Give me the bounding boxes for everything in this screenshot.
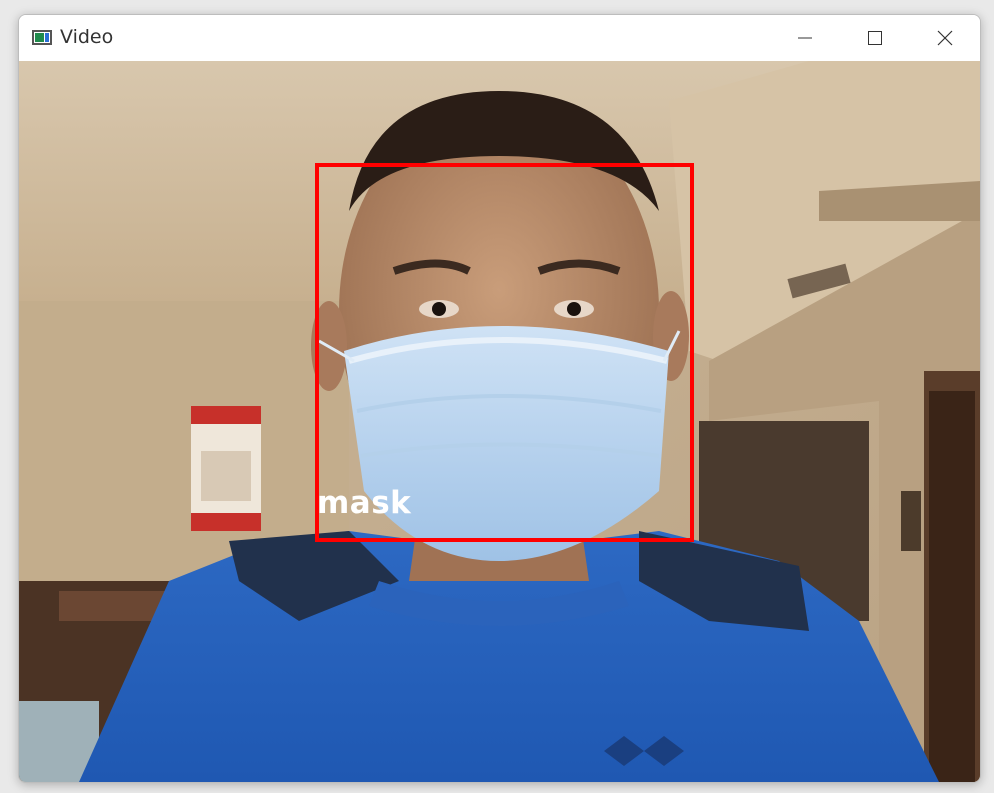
video-window-icon [32,30,52,45]
maximize-button[interactable] [840,15,910,61]
minimize-icon [798,37,812,39]
title-bar[interactable]: Video [19,15,980,61]
close-icon [937,30,953,46]
detection-label: mask [317,485,412,521]
close-button[interactable] [910,15,980,61]
video-window: Video mask [18,14,981,783]
video-frame: mask [19,61,980,782]
maximize-icon [868,31,882,45]
window-title: Video [60,26,114,48]
minimize-button[interactable] [770,15,840,61]
